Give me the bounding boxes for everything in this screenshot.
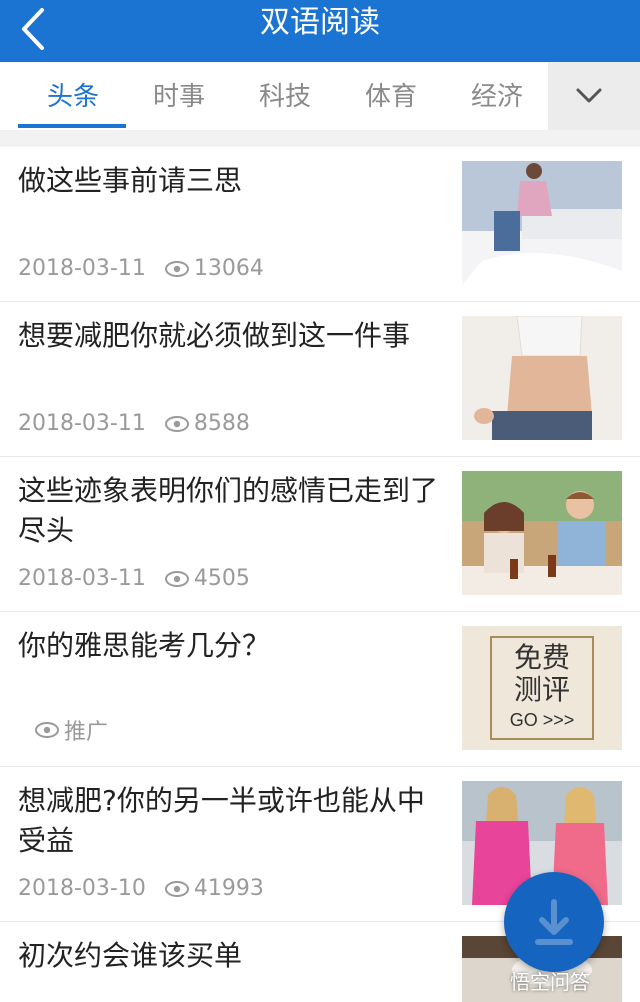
ad-line: GO >>> — [509, 710, 575, 730]
download-button[interactable] — [504, 872, 604, 972]
more-tabs-button[interactable] — [548, 62, 640, 130]
article-title: 初次约会谁该买单 — [18, 939, 243, 972]
article-views: 13064 — [193, 256, 264, 281]
article-meta: 2018-03-11 8588 — [18, 411, 250, 436]
tab-economy[interactable]: 经济 — [444, 62, 550, 130]
article-date: 2018-03-11 — [18, 411, 146, 436]
article-views: 8588 — [193, 411, 250, 436]
tab-technology[interactable]: 科技 — [232, 62, 338, 130]
eye-icon — [164, 260, 189, 277]
tab-headlines[interactable]: 头条 — [20, 62, 126, 130]
article-item[interactable]: 这些迹象表明你们的感情已走到了尽头 2018-03-11 4505 — [0, 457, 640, 612]
active-tab-indicator — [18, 124, 126, 128]
sponsored-item[interactable]: 你的雅思能考几分？ 推广 免费 测评 GO >>> — [0, 612, 640, 767]
ad-line: 免费 — [513, 641, 570, 674]
article-meta: 2018-03-11 13064 — [18, 256, 264, 281]
article-title: 想减肥?你的另一半或许也能从中受益 — [18, 784, 425, 857]
article-thumbnail — [462, 316, 622, 440]
tab-sports[interactable]: 体育 — [338, 62, 444, 130]
download-icon — [535, 899, 573, 945]
article-title: 你的雅思能考几分？ — [18, 629, 271, 662]
sponsored-label: 推广 — [64, 720, 109, 745]
article-date: 2018-03-11 — [18, 256, 146, 281]
page-title: 双语阅读 — [260, 5, 380, 40]
article-meta: 2018-03-10 41993 — [18, 876, 264, 901]
app-header: 双语阅读 — [0, 0, 640, 62]
eye-icon — [35, 722, 59, 738]
category-tabs: 头条 时事 科技 体育 经济 — [0, 62, 640, 131]
article-views: 4505 — [193, 566, 250, 591]
watermark: 悟空问答 — [510, 970, 590, 994]
article-meta: 2018-03-11 4505 — [18, 566, 250, 591]
eye-icon — [164, 570, 189, 587]
article-title: 这些迹象表明你们的感情已走到了尽头 — [18, 474, 439, 547]
chevron-down-icon — [576, 88, 602, 103]
article-views: 41993 — [193, 876, 264, 901]
tab-current-affairs[interactable]: 时事 — [126, 62, 232, 130]
article-date: 2018-03-11 — [18, 566, 146, 591]
ad-line: 测评 — [513, 673, 570, 706]
article-thumbnail — [462, 161, 622, 285]
article-meta: 推广 — [16, 714, 108, 746]
article-item[interactable]: 想要减肥你就必须做到这一件事 2018-03-11 8588 — [0, 302, 640, 457]
eye-icon — [164, 880, 189, 897]
article-date: 2018-03-10 — [18, 876, 146, 901]
article-title: 想要减肥你就必须做到这一件事 — [18, 319, 411, 352]
article-item[interactable]: 做这些事前请三思 2018-03-11 13064 — [0, 147, 640, 302]
article-title: 做这些事前请三思 — [18, 164, 243, 197]
eye-icon — [164, 415, 189, 432]
ad-thumbnail: 免费 测评 GO >>> — [462, 626, 622, 750]
tab-divider — [0, 130, 640, 147]
article-thumbnail — [462, 471, 622, 595]
